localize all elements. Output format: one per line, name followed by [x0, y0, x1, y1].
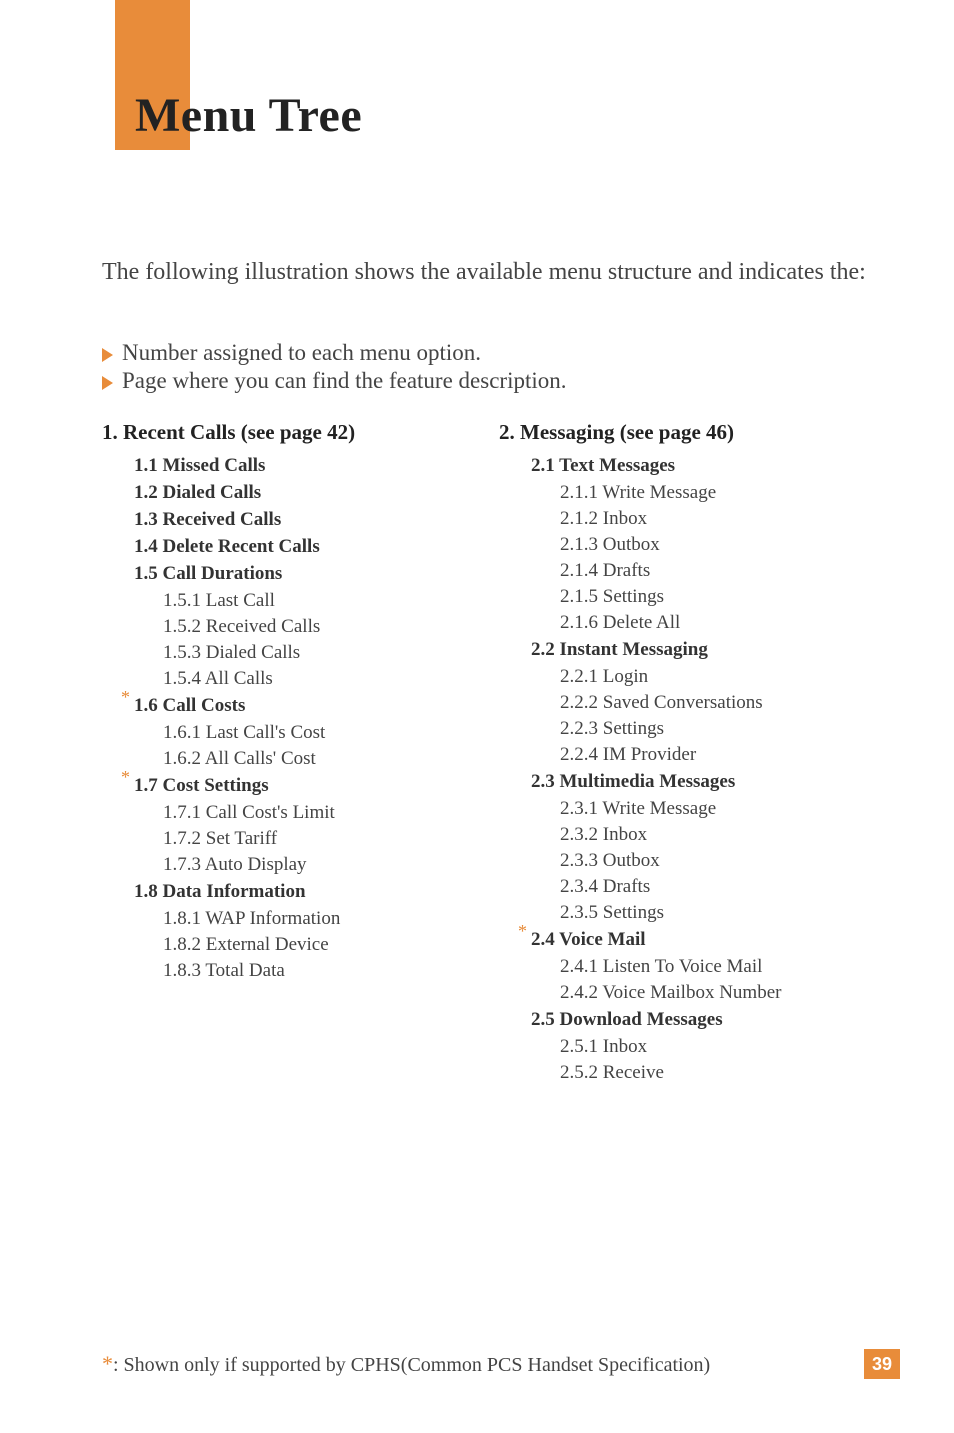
- menu-item: 1.5.1 Last Call: [163, 590, 479, 612]
- menu-heading: *2.4 Voice Mail: [531, 929, 876, 951]
- menu-item: 2.3.3 Outbox: [560, 850, 876, 872]
- menu-heading: 2.3 Multimedia Messages: [531, 771, 876, 793]
- menu-item: 2.2.3 Settings: [560, 718, 876, 740]
- menu-heading: 1.3 Received Calls: [134, 509, 479, 531]
- menu-columns: 1. Recent Calls (see page 42) 1.1 Missed…: [102, 420, 876, 1088]
- menu-heading: 1.8 Data Information: [134, 881, 479, 903]
- menu-item: 1.8.2 External Device: [163, 934, 479, 956]
- bullet-list: Number assigned to each menu option. Pag…: [102, 340, 894, 396]
- menu-heading: 2.2 Instant Messaging: [531, 639, 876, 661]
- menu-item: 1.5.3 Dialed Calls: [163, 642, 479, 664]
- menu-item: 2.1.1 Write Message: [560, 482, 876, 504]
- menu-item: 2.4.1 Listen To Voice Mail: [560, 956, 876, 978]
- menu-item: 2.1.5 Settings: [560, 586, 876, 608]
- right-column: 2. Messaging (see page 46) 2.1 Text Mess…: [489, 420, 876, 1088]
- menu-item: 2.4.2 Voice Mailbox Number: [560, 982, 876, 1004]
- triangle-icon: [102, 376, 113, 390]
- menu-item: 2.3.1 Write Message: [560, 798, 876, 820]
- list-item: Number assigned to each menu option.: [102, 340, 894, 366]
- menu-item: 2.1.2 Inbox: [560, 508, 876, 530]
- menu-item: 1.6.1 Last Call's Cost: [163, 722, 479, 744]
- star-icon: *: [121, 767, 130, 788]
- menu-heading: 1.5 Call Durations: [134, 563, 479, 585]
- menu-item: 2.3.5 Settings: [560, 902, 876, 924]
- menu-heading: 1.4 Delete Recent Calls: [134, 536, 479, 558]
- menu-item: 2.1.6 Delete All: [560, 612, 876, 634]
- menu-item: 1.7.2 Set Tariff: [163, 828, 479, 850]
- star-icon: *: [102, 1351, 113, 1376]
- menu-item: 2.1.4 Drafts: [560, 560, 876, 582]
- menu-item: 1.7.3 Auto Display: [163, 854, 479, 876]
- menu-item: 2.2.4 IM Provider: [560, 744, 876, 766]
- menu-item: 2.2.1 Login: [560, 666, 876, 688]
- section-heading: 2. Messaging (see page 46): [499, 420, 876, 445]
- intro-paragraph: The following illustration shows the ava…: [102, 256, 894, 288]
- page-number: 39: [864, 1349, 900, 1379]
- menu-heading: 2.1 Text Messages: [531, 455, 876, 477]
- bullet-text: Page where you can find the feature desc…: [122, 368, 567, 394]
- left-column: 1. Recent Calls (see page 42) 1.1 Missed…: [102, 420, 489, 1088]
- page-footer: *: Shown only if supported by CPHS(Commo…: [102, 1349, 900, 1379]
- menu-item: 1.8.3 Total Data: [163, 960, 479, 982]
- menu-heading: 1.2 Dialed Calls: [134, 482, 479, 504]
- menu-heading: 1.1 Missed Calls: [134, 455, 479, 477]
- menu-item: 1.6.2 All Calls' Cost: [163, 748, 479, 770]
- menu-item: 2.5.1 Inbox: [560, 1036, 876, 1058]
- menu-item: 2.3.4 Drafts: [560, 876, 876, 898]
- menu-item: 2.5.2 Receive: [560, 1062, 876, 1084]
- menu-item: 1.7.1 Call Cost's Limit: [163, 802, 479, 824]
- section-heading: 1. Recent Calls (see page 42): [102, 420, 479, 445]
- menu-item: 2.3.2 Inbox: [560, 824, 876, 846]
- bullet-text: Number assigned to each menu option.: [122, 340, 481, 366]
- star-icon: *: [121, 687, 130, 708]
- menu-item: 2.1.3 Outbox: [560, 534, 876, 556]
- menu-heading-label: 1.6 Call Costs: [134, 695, 245, 716]
- menu-heading: *1.7 Cost Settings: [134, 775, 479, 797]
- menu-heading-label: 1.7 Cost Settings: [134, 775, 269, 796]
- footer-note: *: Shown only if supported by CPHS(Commo…: [102, 1351, 710, 1377]
- menu-heading-label: 2.4 Voice Mail: [531, 929, 646, 950]
- menu-item: 1.8.1 WAP Information: [163, 908, 479, 930]
- footer-note-text: : Shown only if supported by CPHS(Common…: [113, 1354, 710, 1376]
- menu-item: 1.5.2 Received Calls: [163, 616, 479, 638]
- star-icon: *: [518, 921, 527, 942]
- menu-item: 2.2.2 Saved Conversations: [560, 692, 876, 714]
- menu-item: 1.5.4 All Calls: [163, 668, 479, 690]
- menu-heading: *1.6 Call Costs: [134, 695, 479, 717]
- triangle-icon: [102, 348, 113, 362]
- list-item: Page where you can find the feature desc…: [102, 368, 894, 394]
- page-title: Menu Tree: [135, 88, 362, 143]
- menu-heading: 2.5 Download Messages: [531, 1009, 876, 1031]
